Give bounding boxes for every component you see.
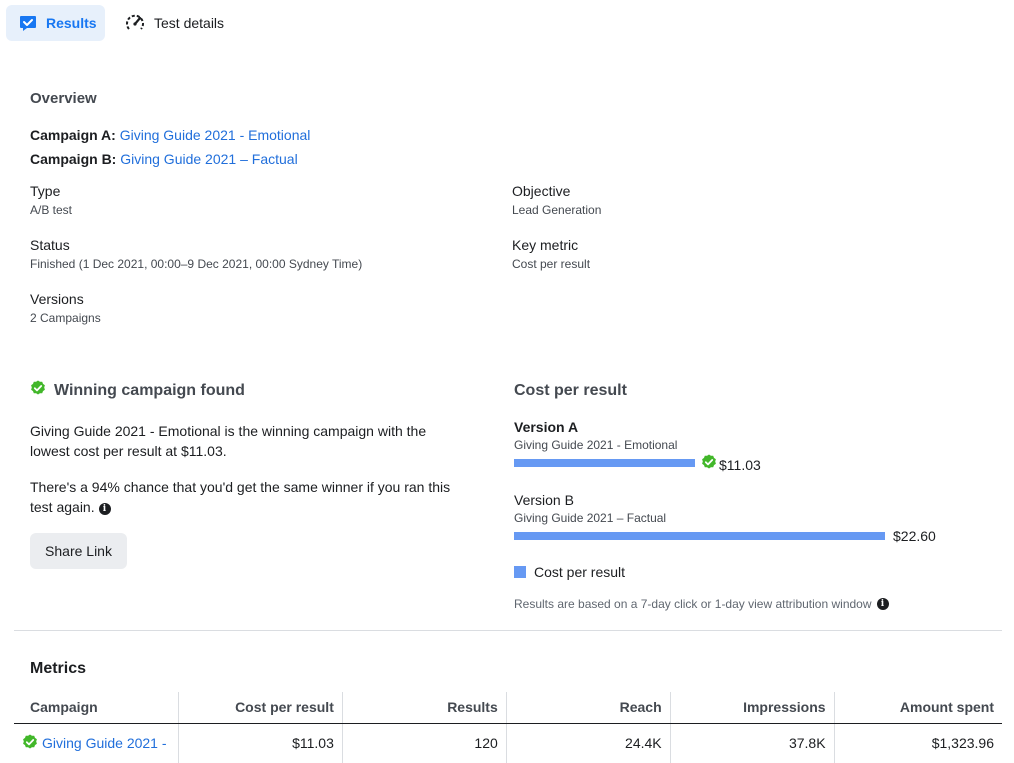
col-reach[interactable]: Reach <box>506 692 671 724</box>
version-b-value: $22.60 <box>893 528 936 544</box>
version-b-name: Giving Guide 2021 – Factual <box>514 511 667 525</box>
col-cost-per-result[interactable]: Cost per result <box>178 692 343 724</box>
type-value: A/B test <box>30 203 73 217</box>
winner-title: Winning campaign found <box>54 381 245 399</box>
winner-text: Giving Guide 2021 - Emotional is the win… <box>30 423 427 459</box>
tab-results-label: Results <box>46 15 97 31</box>
cell-reach: 24.4K <box>506 723 671 763</box>
metrics-table: Campaign Cost per result Results Reach I… <box>14 692 1002 763</box>
versions-value: 2 Campaigns <box>30 311 101 325</box>
status-value: Finished (1 Dec 2021, 00:00–9 Dec 2021, … <box>30 257 363 271</box>
type-field: Type A/B test <box>30 183 72 217</box>
table-row: Giving Guide 2021 - Emotional $11.03 120… <box>14 723 1002 763</box>
col-results[interactable]: Results <box>342 692 507 724</box>
type-label: Type <box>30 183 61 199</box>
versions-field: Versions 2 Campaigns <box>30 291 101 325</box>
key-metric-field: Key metric Cost per result <box>512 237 590 271</box>
version-a-value-wrap: $11.03 <box>701 454 761 475</box>
objective-field: Objective Lead Generation <box>512 183 601 217</box>
cost-chart-title: Cost per result <box>514 382 627 399</box>
key-metric-label: Key metric <box>512 237 579 253</box>
version-a-value: $11.03 <box>719 456 761 473</box>
tab-test-details[interactable]: Test details <box>124 5 224 41</box>
gauge-icon <box>124 12 146 34</box>
row-winner-check-icon <box>22 734 38 753</box>
legend-label: Cost per result <box>534 564 626 580</box>
status-label: Status <box>30 237 70 253</box>
winner-header: Winning campaign found <box>30 380 245 401</box>
version-a-title: Version A <box>514 419 579 435</box>
campaign-a-link[interactable]: Giving Guide 2021 - Emotional <box>120 127 311 143</box>
cell-campaign: Giving Guide 2021 - Emotional <box>14 723 179 763</box>
version-a-bar <box>514 459 695 467</box>
tab-test-details-label: Test details <box>154 15 225 31</box>
status-field: Status Finished (1 Dec 2021, 00:00–9 Dec… <box>30 237 362 271</box>
overview-title: Overview <box>30 90 97 107</box>
footnote-info-icon[interactable]: i <box>876 598 889 610</box>
campaign-a-label: Campaign A: <box>30 127 116 143</box>
winner-confidence: There's a 94% chance that you'd get the … <box>30 477 460 517</box>
winner-confidence-text: There's a 94% chance that you'd get the … <box>30 479 451 515</box>
winner-check-icon <box>701 454 717 475</box>
results-chat-check-icon <box>18 13 38 33</box>
col-amount-spent[interactable]: Amount spent <box>834 692 1002 724</box>
campaign-b-label: Campaign B: <box>30 151 117 167</box>
versions-label: Versions <box>30 291 84 307</box>
col-impressions[interactable]: Impressions <box>670 692 835 724</box>
footnote-text: Results are based on a 7-day click or 1-… <box>514 597 872 611</box>
campaign-b-line: Campaign B: Giving Guide 2021 – Factual <box>30 151 298 167</box>
row-campaign-link[interactable]: Giving Guide 2021 - Emotional <box>42 735 170 751</box>
version-b-bar <box>514 532 885 540</box>
share-link-button[interactable]: Share Link <box>30 533 127 569</box>
cell-results: 120 <box>342 723 507 763</box>
legend-swatch <box>514 566 526 578</box>
version-b-title: Version B <box>514 492 574 508</box>
col-campaign[interactable]: Campaign <box>14 692 179 724</box>
check-badge-icon <box>30 380 46 401</box>
cell-amount-spent: $1,323.96 <box>931 735 994 752</box>
section-divider <box>14 630 1002 631</box>
key-metric-value: Cost per result <box>512 257 591 271</box>
campaign-b-link[interactable]: Giving Guide 2021 – Factual <box>120 151 297 167</box>
info-icon[interactable]: i <box>98 503 111 515</box>
metrics-title: Metrics <box>30 660 87 677</box>
attribution-footnote: Results are based on a 7-day click or 1-… <box>514 597 889 611</box>
metrics-header-row: Campaign Cost per result Results Reach I… <box>14 692 1002 724</box>
campaign-a-line: Campaign A: Giving Guide 2021 - Emotiona… <box>30 127 310 143</box>
version-a-name: Giving Guide 2021 - Emotional <box>514 438 678 452</box>
objective-value: Lead Generation <box>512 203 602 217</box>
objective-label: Objective <box>512 183 571 199</box>
tab-results[interactable]: Results <box>6 5 105 41</box>
cell-cost-per-result: $11.03 <box>178 723 343 763</box>
cell-impressions: 37.8K <box>670 723 835 763</box>
chart-legend: Cost per result <box>514 564 625 580</box>
